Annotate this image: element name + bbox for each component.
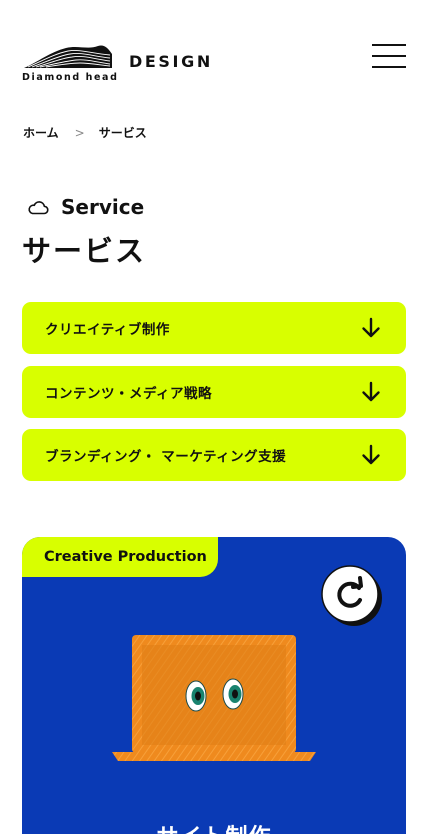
menu-line <box>372 66 406 68</box>
laptop-with-eyes-illustration <box>112 635 316 761</box>
logo-wordmark: Diamond head <box>22 72 119 83</box>
diamond-head-logo-mark <box>24 45 112 68</box>
eyebrow-label: Service <box>61 195 145 219</box>
breadcrumb-current: サービス <box>98 126 147 140</box>
service-card-creative-production[interactable]: Creative Production サイト制作 <box>22 537 406 834</box>
refresh-icon[interactable] <box>320 564 384 628</box>
breadcrumb-separator-icon: > <box>74 125 85 140</box>
site-header: Diamond head DESIGN <box>0 0 428 110</box>
arrow-down-icon <box>362 444 380 465</box>
breadcrumb-home-link[interactable]: ホーム <box>23 124 59 141</box>
service-link-label: ブランディング・ マーケティング支援 <box>45 449 287 465</box>
service-link-branding-marketing[interactable]: ブランディング・ マーケティング支援 <box>22 429 406 481</box>
service-link-label: クリエイティブ制作 <box>45 322 170 338</box>
hamburger-menu-icon[interactable] <box>372 44 406 68</box>
design-label: DESIGN <box>129 52 213 71</box>
service-link-label: コンテンツ・メディア戦略 <box>45 386 213 402</box>
menu-line <box>372 55 406 57</box>
section-eyebrow: Service <box>27 195 144 219</box>
service-link-content-media[interactable]: コンテンツ・メディア戦略 <box>22 366 406 418</box>
page-title: サービス <box>22 234 147 268</box>
arrow-down-icon <box>362 381 380 402</box>
service-link-creative[interactable]: クリエイティブ制作 <box>22 302 406 354</box>
card-tag: Creative Production <box>22 537 218 577</box>
arrow-down-icon <box>362 317 380 338</box>
site-logo[interactable]: Diamond head <box>22 42 119 83</box>
menu-line <box>372 44 406 46</box>
breadcrumb: ホーム > サービス <box>23 124 147 141</box>
cloud-icon <box>28 201 49 215</box>
card-title: サイト制作 <box>22 819 406 834</box>
card-tag-label: Creative Production <box>44 549 207 565</box>
